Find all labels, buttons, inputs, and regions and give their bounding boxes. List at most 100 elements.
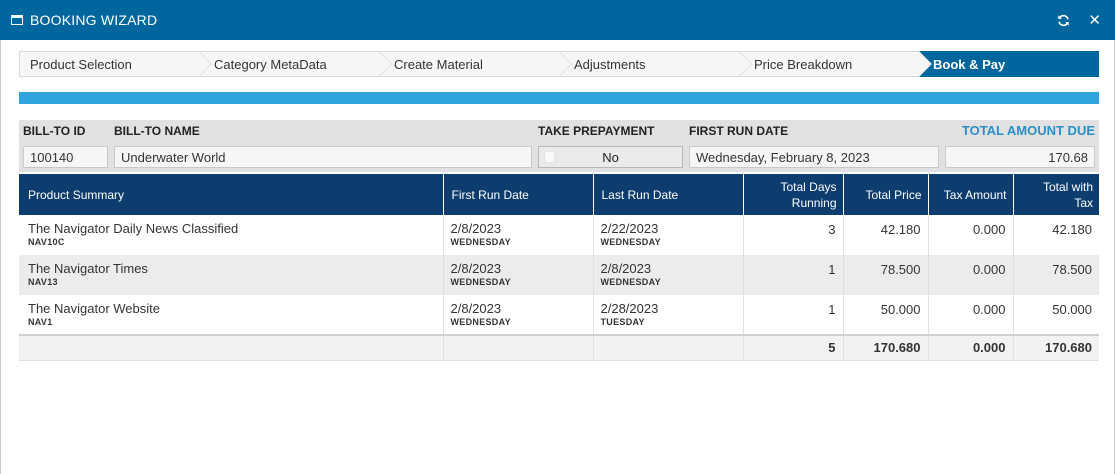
take-prepayment-toggle[interactable]: No xyxy=(538,146,683,168)
last-run-day: TUESDAY xyxy=(600,316,645,327)
step-arrow-fill xyxy=(379,52,391,76)
last-run-cell: 2/22/2023 WEDNESDAY xyxy=(593,215,744,255)
step-label: Product Selection xyxy=(30,56,132,72)
tax-amount-cell: 0.000 xyxy=(928,215,1014,255)
toggle-knob xyxy=(544,151,555,163)
product-code: NAV10C xyxy=(28,237,65,247)
step-arrow-fill xyxy=(739,52,751,76)
product-code: NAV1 xyxy=(28,316,53,327)
last-run-date: 2/22/2023 xyxy=(600,221,659,236)
totals-row: 5 170.680 0.000 170.680 xyxy=(19,334,1099,361)
total-amount-due-field: 170.68 xyxy=(945,146,1095,168)
product-summary-table: Product Summary First Run Date Last Run … xyxy=(19,174,1099,361)
product-code: NAV13 xyxy=(28,277,58,287)
total-days-cell: 1 xyxy=(743,255,844,295)
total-price-cell: 50.000 xyxy=(843,295,929,335)
total-price-cell: 78.500 xyxy=(843,255,929,295)
totals-with-tax: 170.680 xyxy=(1013,334,1099,361)
step-arrow-fill xyxy=(199,52,211,76)
first-run-date-field[interactable]: Wednesday, February 8, 2023 xyxy=(689,146,939,168)
col-total-with-tax[interactable]: Total with Tax xyxy=(1013,174,1099,215)
product-cell: The Navigator Times NAV13 xyxy=(19,255,444,295)
product-name: The Navigator Times xyxy=(28,261,148,276)
total-with-tax-cell: 50.000 xyxy=(1013,295,1099,335)
refresh-icon[interactable] xyxy=(1056,13,1070,27)
totals-empty-cell xyxy=(19,334,444,361)
first-run-date: 2/8/2023 xyxy=(450,221,502,236)
col-days-line2: Running xyxy=(791,195,837,210)
last-run-day: WEDNESDAY xyxy=(600,237,661,247)
tax-amount-cell: 0.000 xyxy=(928,295,1014,335)
last-run-date: 2/8/2023 xyxy=(600,261,652,276)
first-run-date: 2/8/2023 xyxy=(450,261,502,276)
first-run-cell: 2/8/2023 WEDNESDAY xyxy=(443,295,594,335)
step-create-material[interactable]: Create Material xyxy=(379,51,572,77)
step-notch xyxy=(919,51,931,77)
product-cell: The Navigator Website NAV1 xyxy=(19,295,444,335)
window-icon xyxy=(11,15,23,25)
col-total-line2: Tax xyxy=(1074,195,1093,210)
last-run-cell: 2/8/2023 WEDNESDAY xyxy=(593,255,744,295)
billing-fields-panel: BILL-TO ID BILL-TO NAME TAKE PREPAYMENT … xyxy=(19,120,1099,172)
col-tax-amount[interactable]: Tax Amount xyxy=(928,174,1014,215)
col-total-days-running[interactable]: Total Days Running xyxy=(743,174,844,215)
bill-to-name-field[interactable]: Underwater World xyxy=(114,146,532,168)
total-with-tax-cell: 78.500 xyxy=(1013,255,1099,295)
take-prepayment-value: No xyxy=(602,149,619,165)
close-icon[interactable]: ✕ xyxy=(1088,13,1101,28)
title-bar: BOOKING WIZARD ✕ xyxy=(0,0,1115,40)
first-run-date-label: FIRST RUN DATE xyxy=(689,124,789,138)
product-name: The Navigator Website xyxy=(28,300,160,316)
wizard-progress-bar xyxy=(19,92,1099,104)
first-run-date: 2/8/2023 xyxy=(450,300,502,316)
col-total-price[interactable]: Total Price xyxy=(843,174,929,215)
step-label: Create Material xyxy=(394,56,483,72)
window-title: BOOKING WIZARD xyxy=(30,12,158,28)
step-label: Category MetaData xyxy=(214,56,327,72)
last-run-date: 2/28/2023 xyxy=(600,300,659,316)
table-row[interactable]: The Navigator Times NAV13 2/8/2023 WEDNE… xyxy=(19,255,1099,295)
totals-price: 170.680 xyxy=(843,334,929,361)
col-first-run-date[interactable]: First Run Date xyxy=(443,174,594,215)
wizard-steps: Product Selection Category MetaData Crea… xyxy=(19,51,1099,77)
col-days-line1: Total Days xyxy=(780,179,837,194)
step-category-metadata[interactable]: Category MetaData xyxy=(199,51,392,77)
table-row[interactable]: The Navigator Daily News Classified NAV1… xyxy=(19,215,1099,255)
take-prepayment-label: TAKE PREPAYMENT xyxy=(538,124,655,138)
col-total-line1: Total with xyxy=(1042,179,1093,194)
step-adjustments[interactable]: Adjustments xyxy=(559,51,752,77)
first-run-day: WEDNESDAY xyxy=(450,277,511,287)
col-product-summary[interactable]: Product Summary xyxy=(19,174,444,215)
col-last-run-date[interactable]: Last Run Date xyxy=(593,174,744,215)
bill-to-id-field[interactable]: 100140 xyxy=(23,146,108,168)
last-run-day: WEDNESDAY xyxy=(600,277,661,287)
total-days-cell: 3 xyxy=(743,215,844,255)
step-product-selection[interactable]: Product Selection xyxy=(19,51,212,77)
product-cell: The Navigator Daily News Classified NAV1… xyxy=(19,215,444,255)
first-run-day: WEDNESDAY xyxy=(450,237,511,247)
totals-tax: 0.000 xyxy=(928,334,1014,361)
first-run-day: WEDNESDAY xyxy=(450,316,511,327)
totals-empty-cell xyxy=(593,334,744,361)
last-run-cell: 2/28/2023 TUESDAY xyxy=(593,295,744,335)
title-actions: ✕ xyxy=(1056,0,1101,40)
step-label: Price Breakdown xyxy=(754,56,853,72)
first-run-cell: 2/8/2023 WEDNESDAY xyxy=(443,215,594,255)
total-amount-due-label: TOTAL AMOUNT DUE xyxy=(961,123,1095,138)
step-arrow-fill xyxy=(559,52,571,76)
table-header-row: Product Summary First Run Date Last Run … xyxy=(19,174,1099,215)
first-run-cell: 2/8/2023 WEDNESDAY xyxy=(443,255,594,295)
progress-fill xyxy=(19,92,1099,104)
total-days-cell: 1 xyxy=(743,295,844,335)
total-with-tax-cell: 42.180 xyxy=(1013,215,1099,255)
bill-to-name-label: BILL-TO NAME xyxy=(114,124,200,138)
totals-days: 5 xyxy=(743,334,844,361)
step-book-and-pay[interactable]: Book & Pay xyxy=(919,51,1099,77)
total-price-cell: 42.180 xyxy=(843,215,929,255)
tax-amount-cell: 0.000 xyxy=(928,255,1014,295)
product-name: The Navigator Daily News Classified xyxy=(28,221,239,236)
totals-empty-cell xyxy=(443,334,594,361)
bill-to-id-label: BILL-TO ID xyxy=(23,124,86,138)
step-price-breakdown[interactable]: Price Breakdown xyxy=(739,51,932,77)
table-row[interactable]: The Navigator Website NAV1 2/8/2023 WEDN… xyxy=(19,295,1099,335)
